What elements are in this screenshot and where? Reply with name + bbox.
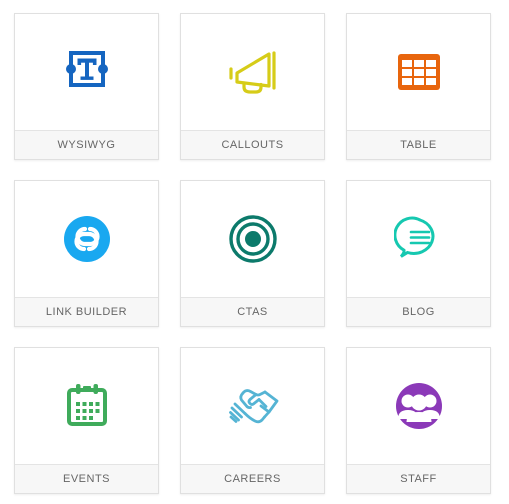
card-label: CALLOUTS	[221, 139, 284, 151]
card-label: WYSIWYG	[57, 139, 116, 151]
card-label-bar: CALLOUTS	[181, 130, 324, 159]
card-icon-area	[181, 14, 324, 130]
megaphone-icon	[225, 46, 281, 98]
card-label-bar: EVENTS	[15, 464, 158, 493]
bullseye-target-icon	[228, 214, 278, 264]
card-label-bar: CTAS	[181, 297, 324, 326]
card-label: CAREERS	[224, 473, 281, 485]
card-icon-area	[15, 181, 158, 297]
card-label: TABLE	[400, 139, 437, 151]
table-grid-icon	[396, 49, 442, 95]
group-people-icon	[394, 381, 444, 431]
module-card-link-builder[interactable]: LINK BUILDER	[14, 180, 159, 327]
card-label: STAFF	[400, 473, 437, 485]
card-label-bar: TABLE	[347, 130, 490, 159]
card-icon-area	[15, 14, 158, 130]
module-card-careers[interactable]: CAREERS	[180, 347, 325, 494]
card-label: CTAS	[237, 306, 268, 318]
module-card-blog[interactable]: BLOG	[346, 180, 491, 327]
module-card-row: LINK BUILDER CTAS BLOG	[14, 180, 509, 327]
card-label: BLOG	[402, 306, 435, 318]
card-label: LINK BUILDER	[45, 306, 128, 318]
module-card-row: EVENTS CAREERS STAFF	[14, 347, 509, 494]
card-icon-area	[181, 181, 324, 297]
module-card-staff[interactable]: STAFF	[346, 347, 491, 494]
chain-link-icon	[61, 213, 113, 265]
calendar-icon	[64, 382, 110, 430]
card-label-bar: WYSIWYG	[15, 130, 158, 159]
module-card-callouts[interactable]: CALLOUTS	[180, 13, 325, 160]
card-icon-area	[181, 348, 324, 464]
module-card-ctas[interactable]: CTAS	[180, 180, 325, 327]
card-label-bar: LINK BUILDER	[15, 297, 158, 326]
card-label-bar: BLOG	[347, 297, 490, 326]
module-card-events[interactable]: EVENTS	[14, 347, 159, 494]
card-icon-area	[347, 14, 490, 130]
card-icon-area	[15, 348, 158, 464]
module-card-wysiwyg[interactable]: WYSIWYG	[14, 13, 159, 160]
speech-bubble-icon	[393, 214, 444, 264]
wysiwyg-text-icon	[61, 46, 113, 98]
module-card-grid: WYSIWYG CALLOUTS TABLE LINK BUILDER CTAS…	[0, 0, 509, 504]
module-card-row: WYSIWYG CALLOUTS TABLE	[14, 13, 509, 160]
card-label-bar: CAREERS	[181, 464, 324, 493]
module-card-table[interactable]: TABLE	[346, 13, 491, 160]
card-label-bar: STAFF	[347, 464, 490, 493]
handshake-icon	[225, 381, 281, 431]
card-icon-area	[347, 181, 490, 297]
card-icon-area	[347, 348, 490, 464]
card-label: EVENTS	[62, 473, 110, 485]
